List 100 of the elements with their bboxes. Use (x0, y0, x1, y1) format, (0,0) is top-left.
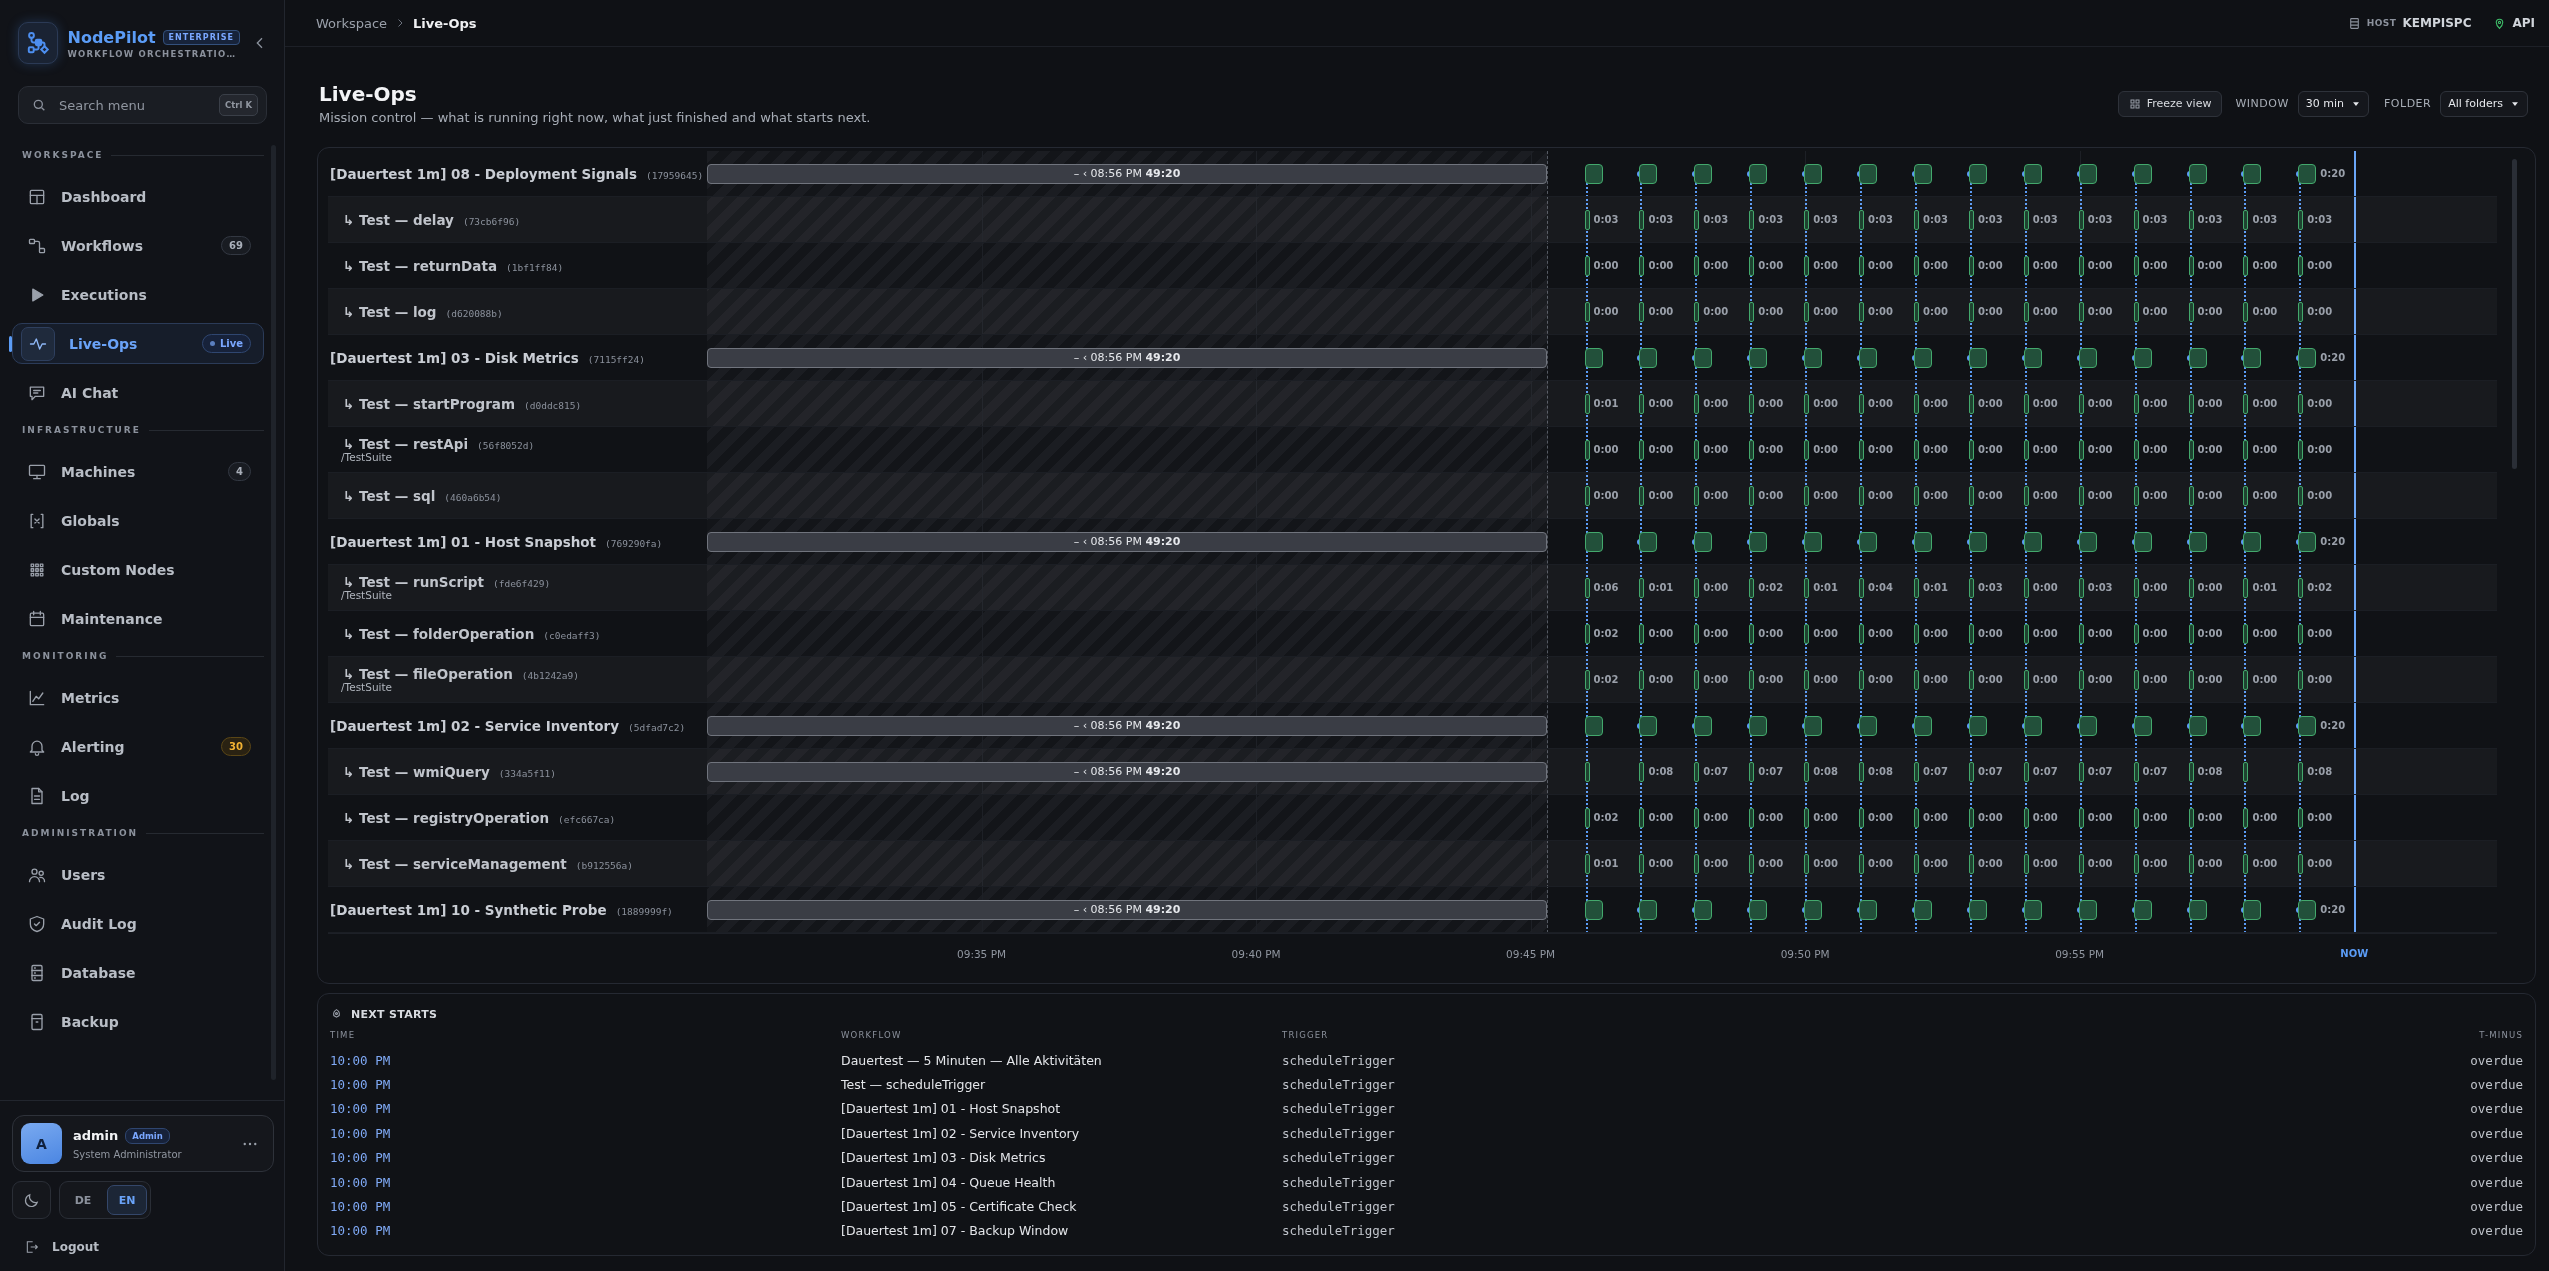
run-marker[interactable] (1913, 577, 1919, 598)
run-marker[interactable] (1584, 577, 1590, 598)
step-name[interactable]: ↳ Test — log (343, 303, 437, 320)
run-block[interactable] (1749, 531, 1768, 552)
run-marker[interactable] (1859, 301, 1865, 322)
run-marker[interactable] (2023, 485, 2029, 506)
search-input[interactable]: Search menu (57, 96, 210, 114)
running-bar[interactable]: – ‹ 08:56 PM 49:20 (707, 164, 1548, 184)
run-marker[interactable] (1749, 393, 1755, 414)
run-block[interactable] (1749, 163, 1768, 184)
run-marker[interactable] (1584, 807, 1590, 828)
run-marker[interactable] (1804, 301, 1810, 322)
run-block[interactable] (1639, 347, 1658, 368)
run-block[interactable] (1584, 347, 1603, 368)
run-marker[interactable] (2243, 761, 2249, 782)
run-marker[interactable] (1968, 439, 1974, 460)
run-marker[interactable] (1639, 301, 1645, 322)
run-marker[interactable] (2188, 485, 2194, 506)
run-marker[interactable] (1968, 485, 1974, 506)
run-marker[interactable] (2188, 255, 2194, 276)
run-marker[interactable] (2188, 623, 2194, 644)
step-name[interactable]: ↳ Test — restApi (343, 435, 468, 452)
breadcrumb-item[interactable]: Workspace (316, 15, 388, 31)
running-bar[interactable]: – ‹ 08:56 PM 49:20 (707, 348, 1548, 368)
run-block[interactable] (2078, 531, 2097, 552)
run-marker[interactable] (2078, 623, 2084, 644)
run-marker[interactable] (1584, 255, 1590, 276)
run-marker[interactable] (2298, 301, 2304, 322)
run-marker[interactable] (1749, 209, 1755, 230)
run-block[interactable] (1913, 347, 1932, 368)
run-marker[interactable] (2078, 439, 2084, 460)
run-block[interactable] (1804, 899, 1823, 920)
run-marker[interactable] (1639, 393, 1645, 414)
nav-item[interactable]: Custom Nodes (12, 549, 264, 590)
run-marker[interactable] (2078, 853, 2084, 874)
run-marker[interactable] (1694, 761, 1700, 782)
run-block[interactable] (1804, 163, 1823, 184)
run-marker[interactable] (2298, 669, 2304, 690)
run-block[interactable] (1694, 715, 1713, 736)
run-marker[interactable] (1584, 485, 1590, 506)
run-marker[interactable] (1804, 393, 1810, 414)
run-marker[interactable] (1859, 761, 1865, 782)
run-marker[interactable] (1749, 577, 1755, 598)
run-marker[interactable] (2078, 209, 2084, 230)
run-block[interactable] (2188, 531, 2207, 552)
run-block[interactable] (1804, 715, 1823, 736)
run-block[interactable] (1859, 899, 1878, 920)
run-block[interactable] (2023, 715, 2042, 736)
run-marker[interactable] (2243, 439, 2249, 460)
run-marker[interactable] (1749, 853, 1755, 874)
nav-item[interactable]: Workflows 69 (12, 225, 264, 266)
run-block[interactable] (1749, 899, 1768, 920)
run-marker[interactable] (1913, 853, 1919, 874)
run-marker[interactable] (2023, 761, 2029, 782)
run-marker[interactable] (1639, 623, 1645, 644)
run-marker[interactable] (1913, 209, 1919, 230)
run-block[interactable] (1694, 347, 1713, 368)
run-marker[interactable] (2188, 807, 2194, 828)
run-marker[interactable] (1968, 393, 1974, 414)
run-marker[interactable] (1694, 485, 1700, 506)
step-name[interactable]: ↳ Test — fileOperation (343, 665, 513, 682)
run-marker[interactable] (1694, 853, 1700, 874)
nav-item[interactable]: Globals (12, 500, 264, 541)
run-marker[interactable] (2133, 623, 2139, 644)
run-marker[interactable] (2243, 623, 2249, 644)
run-marker[interactable] (1968, 807, 1974, 828)
nav-item[interactable]: Live-Ops Live (12, 323, 264, 364)
run-marker[interactable] (1913, 255, 1919, 276)
run-marker[interactable] (1694, 807, 1700, 828)
run-marker[interactable] (1584, 209, 1590, 230)
nav-item[interactable]: Database (12, 952, 264, 993)
nav-item[interactable]: Executions (12, 274, 264, 315)
run-marker[interactable] (1859, 393, 1865, 414)
run-marker[interactable] (1913, 485, 1919, 506)
step-name[interactable]: ↳ Test — wmiQuery (343, 763, 490, 780)
run-marker[interactable] (1804, 623, 1810, 644)
run-marker[interactable] (2133, 255, 2139, 276)
run-block[interactable] (2078, 347, 2097, 368)
run-block[interactable] (2188, 899, 2207, 920)
run-marker[interactable] (1968, 623, 1974, 644)
run-block[interactable] (2133, 347, 2152, 368)
run-marker[interactable] (1639, 853, 1645, 874)
nav-item[interactable]: Maintenance (12, 598, 264, 639)
run-marker[interactable] (1639, 807, 1645, 828)
workflow-name[interactable]: [Dauertest 1m] 10 - Synthetic Probe (330, 901, 607, 918)
run-block[interactable] (1968, 899, 1987, 920)
run-marker[interactable] (1968, 853, 1974, 874)
run-marker[interactable] (1694, 393, 1700, 414)
run-marker[interactable] (2188, 577, 2194, 598)
run-marker[interactable] (1639, 439, 1645, 460)
step-name[interactable]: ↳ Test — registryOperation (343, 809, 550, 826)
run-marker[interactable] (2078, 577, 2084, 598)
run-marker[interactable] (1749, 255, 1755, 276)
run-marker[interactable] (1859, 209, 1865, 230)
freeze-button[interactable]: Freeze view (2117, 90, 2223, 117)
step-name[interactable]: ↳ Test — sql (343, 487, 436, 504)
run-block[interactable] (2133, 163, 2152, 184)
run-marker[interactable] (2298, 485, 2304, 506)
run-marker[interactable] (2188, 669, 2194, 690)
run-marker[interactable] (1804, 485, 1810, 506)
